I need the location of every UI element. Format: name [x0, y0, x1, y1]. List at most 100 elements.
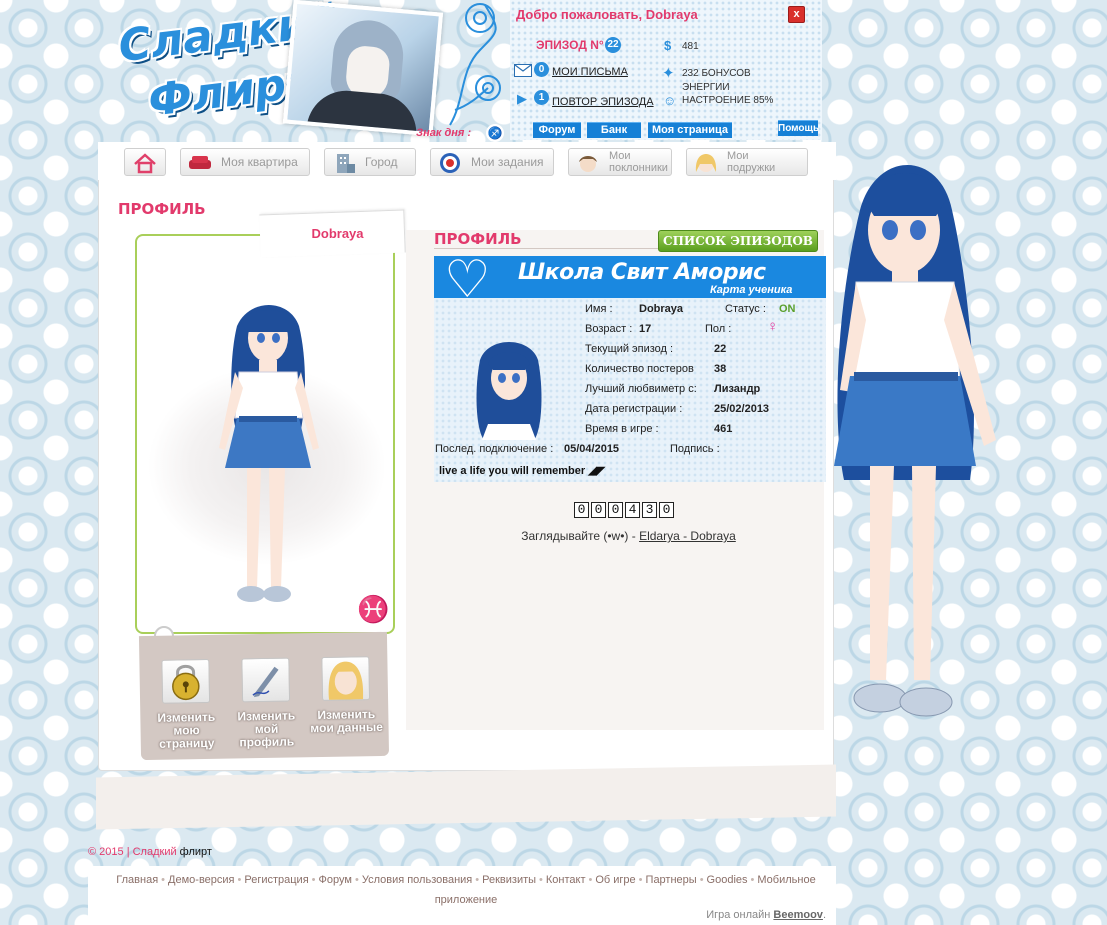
forum-button[interactable]: Форум	[533, 122, 581, 138]
close-button[interactable]: x	[788, 6, 805, 23]
nav-city[interactable]: Город	[324, 148, 416, 176]
eldarya-link[interactable]: Eldarya - Dobraya	[639, 529, 736, 543]
current-episode-label: Текущий эпизод :	[585, 343, 674, 355]
counter-digit: 4	[625, 502, 640, 518]
pen-icon[interactable]	[241, 657, 291, 703]
last-connection-value: 05/04/2015	[564, 443, 620, 455]
signature-label: Подпись :	[670, 443, 720, 455]
age-label: Возраст :	[585, 323, 633, 335]
nav-apartment-label: Моя квартира	[221, 155, 298, 169]
avatar-name: Dobraya	[311, 226, 364, 241]
my-letters-link[interactable]: МОИ ПИСЬМА	[552, 66, 628, 78]
replay-episode-link[interactable]: ПОВТОР ЭПИЗОДА	[552, 96, 654, 108]
action-panel: Изменить мою страницу Изменить мой профи…	[138, 631, 390, 761]
profile-welcome-line: Заглядывайте (•w•) - Eldarya - Dobraya	[406, 529, 851, 543]
beemoov-link[interactable]: Beemoov	[773, 909, 823, 921]
footer-link-contact[interactable]: Контакт	[546, 874, 586, 886]
copyright: © 2015 | Сладкий флирт	[88, 846, 212, 858]
help-button[interactable]: Помощь	[778, 120, 819, 136]
footer-credit-suffix: .	[822, 909, 826, 921]
nav-girlfriends-line2: подружки	[727, 162, 776, 174]
footer-link-demo[interactable]: Демо-версия	[168, 874, 234, 886]
posters-label: Количество постеров	[585, 363, 694, 375]
nav-my-tasks[interactable]: Мои задания	[430, 148, 554, 176]
counter-digit: 0	[574, 502, 589, 518]
footer-link-terms[interactable]: Условия пользования	[362, 874, 472, 886]
counter-digit: 0	[608, 502, 623, 518]
copyright-suffix: флирт	[176, 846, 212, 858]
footer-link-partners[interactable]: Партнеры	[646, 874, 697, 886]
home-icon	[134, 153, 156, 174]
header-character-portrait	[282, 0, 444, 137]
footer-link-requisites[interactable]: Реквизиты	[482, 874, 536, 886]
energy-bonus-text: 232 БОНУСОВ ЭНЕРГИИ	[682, 68, 751, 93]
padlock-icon[interactable]	[161, 658, 211, 704]
counter-digit: 0	[591, 502, 606, 518]
nav-admirers-line2: поклонники	[609, 162, 668, 174]
lower-panel	[96, 764, 836, 830]
nav-tasks-label: Мои задания	[471, 155, 544, 169]
footer-credit: Игра онлайн Beemoov.	[600, 909, 826, 921]
footer-link-forum[interactable]: Форум	[319, 874, 352, 886]
replay-count-badge: 1	[534, 90, 549, 105]
episodes-list-button[interactable]: СПИСОК ЭПИЗОДОВ	[658, 230, 818, 252]
edit-page-line3: страницу	[159, 735, 215, 751]
girlfriend-face-icon	[695, 154, 717, 172]
bank-button[interactable]: Банк	[587, 122, 641, 138]
footer-link-goodies[interactable]: Goodies	[707, 874, 748, 886]
posters-value: 38	[714, 363, 727, 375]
sagittarius-icon: ♐	[486, 124, 504, 142]
sofa-icon	[189, 156, 211, 169]
last-connection-label: Послед. подключение :	[435, 443, 554, 455]
energy-icon: ✦	[662, 65, 675, 82]
gender-label: Пол :	[705, 323, 732, 335]
footer-link-home[interactable]: Главная	[116, 874, 158, 886]
signature-motto: live a life you will remember ◢◤	[439, 465, 606, 477]
my-page-button[interactable]: Моя страница	[648, 122, 732, 138]
status-value: ON	[779, 303, 796, 315]
nav-my-girlfriends[interactable]: Мои подружки	[686, 148, 808, 176]
sign-of-day-label: Знак дня :	[416, 127, 472, 139]
counter-digit: 0	[659, 502, 674, 518]
money-value: 481	[682, 41, 699, 52]
female-icon: ♀	[767, 318, 779, 335]
registration-date-value: 25/02/2013	[714, 403, 770, 415]
nav-my-admirers[interactable]: Мои поклонники	[568, 148, 672, 176]
nav-girlfriends-label: Мои подружки	[727, 150, 775, 174]
girl-face-icon[interactable]	[321, 656, 371, 701]
nav-my-apartment[interactable]: Моя квартира	[180, 148, 310, 176]
smiley-icon: ☺	[663, 93, 677, 108]
play-icon[interactable]: ▶	[517, 91, 527, 107]
admirer-face-icon	[579, 156, 597, 172]
footer-link-about[interactable]: Об игре	[595, 874, 635, 886]
edit-profile-label[interactable]: Изменить мой профиль	[226, 708, 307, 749]
student-card-title: Школа Свит Аморис	[518, 260, 766, 285]
counter-digit: 3	[642, 502, 657, 518]
nav-admirers-label: Мои поклонники	[609, 150, 668, 174]
nav-city-label: Город	[365, 155, 398, 169]
footer-link-register[interactable]: Регистрация	[244, 874, 308, 886]
pisces-icon: ♓	[357, 594, 390, 624]
footer-credit-prefix: Игра онлайн	[706, 909, 774, 921]
edit-data-label[interactable]: Изменить мои данные	[306, 707, 386, 735]
profile-welcome-text: Заглядывайте (•w•) -	[521, 529, 640, 543]
envelope-icon[interactable]	[514, 64, 532, 77]
footer-links: Главная • Демо-версия • Регистрация • Форум • Ус…	[116, 874, 816, 906]
edit-page-label[interactable]: Изменить мою страницу	[146, 710, 227, 751]
nav-admirers-line1: Мои	[609, 150, 631, 162]
profile-section-title: ПРОФИЛЬ	[434, 230, 522, 248]
nav-home[interactable]	[124, 148, 166, 176]
name-label: Имя :	[585, 303, 613, 315]
money-icon: $	[664, 38, 672, 53]
page-title: ПРОФИЛЬ	[118, 200, 206, 218]
building-icon	[337, 154, 355, 173]
target-icon	[440, 153, 460, 173]
visit-counter: 0 0 0 4 3 0	[574, 502, 674, 518]
avatar-character	[219, 305, 319, 602]
age-value: 17	[639, 323, 652, 335]
mood-text: НАСТРОЕНИЕ 85%	[682, 95, 774, 106]
welcome-message: Добро пожаловать, Dobraya	[516, 7, 698, 22]
nav-girlfriends-line1: Мои	[727, 150, 749, 162]
student-card-subtitle: Карта ученика	[710, 284, 793, 296]
letters-count-badge: 0	[534, 62, 549, 77]
